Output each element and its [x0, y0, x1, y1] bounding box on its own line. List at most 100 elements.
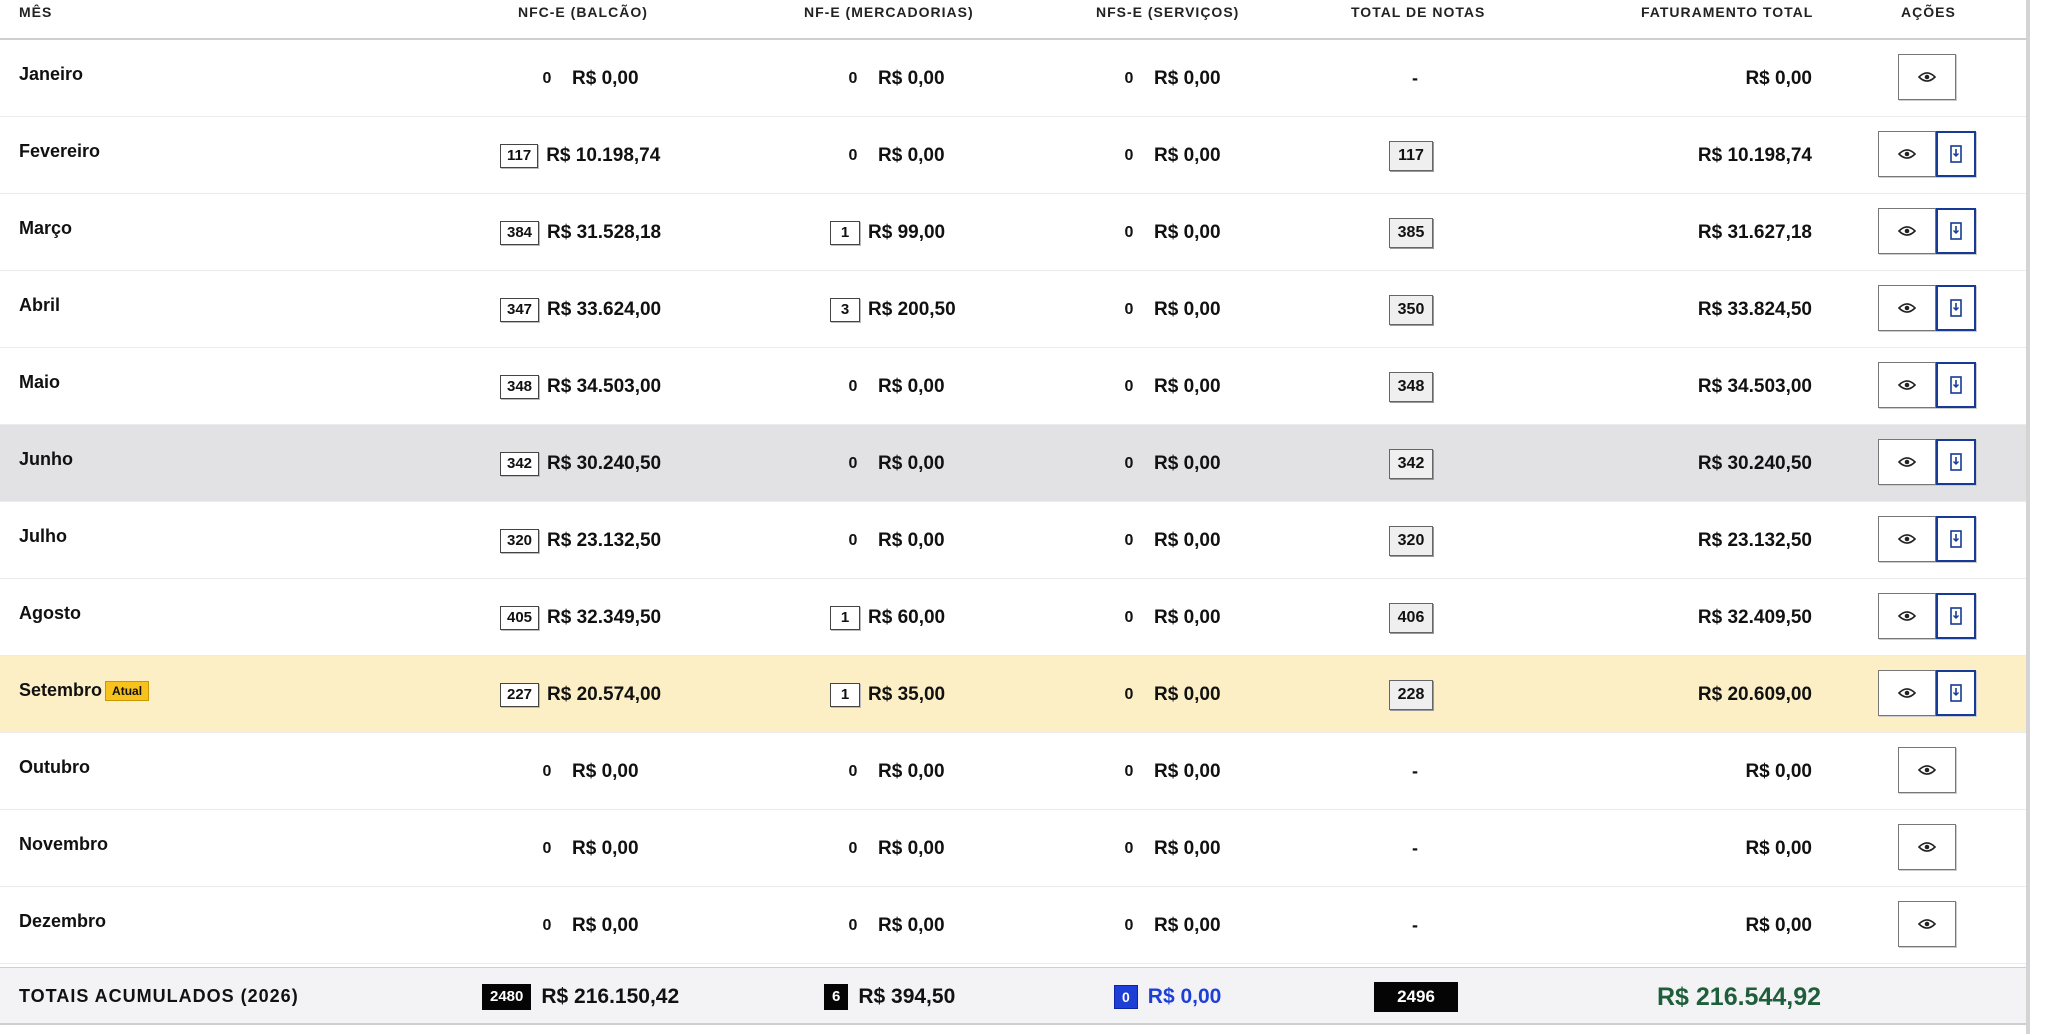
view-button[interactable]	[1878, 208, 1936, 254]
eye-icon	[1898, 533, 1916, 545]
header-total-notas: TOTAL DE NOTAS	[1351, 4, 1486, 20]
table-row[interactable]: Janeiro 0 R$ 0,00 0 R$ 0,00 0 R$ 0,00 - …	[0, 40, 2026, 117]
faturamento-cell: R$ 30.240,50	[1698, 425, 1812, 502]
header-acoes: AÇÕES	[1901, 4, 1956, 20]
view-button[interactable]	[1898, 747, 1956, 793]
table-row[interactable]: Julho 320 R$ 23.132,50 0 R$ 0,00 0 R$ 0,…	[0, 502, 2026, 579]
view-button[interactable]	[1878, 516, 1936, 562]
faturamento-cell: R$ 0,00	[1745, 887, 1812, 964]
eye-icon-svg	[1898, 688, 1916, 698]
view-button[interactable]	[1878, 131, 1936, 177]
total-notas-dash: -	[1412, 761, 1418, 781]
download-pdf-button[interactable]	[1936, 208, 1976, 254]
table-header: MÊS NFC-E (BALCÃO) NF-E (MERCADORIAS) NF…	[0, 0, 2026, 40]
nfce-cell: 320 R$ 23.132,50	[500, 502, 661, 579]
nfse-amount: R$ 0,00	[1154, 529, 1221, 551]
nfse-amount: R$ 0,00	[1154, 606, 1221, 628]
eye-icon-svg	[1898, 457, 1916, 467]
nfse-count: 0	[1124, 839, 1134, 857]
nfe-amount: R$ 0,00	[878, 375, 945, 397]
table-row[interactable]: Dezembro 0 R$ 0,00 0 R$ 0,00 0 R$ 0,00 -…	[0, 887, 2026, 964]
download-pdf-button[interactable]	[1936, 670, 1976, 716]
nfce-amount: R$ 0,00	[572, 837, 639, 859]
nfce-cell: 348 R$ 34.503,00	[500, 348, 661, 425]
table-row[interactable]: Outubro 0 R$ 0,00 0 R$ 0,00 0 R$ 0,00 - …	[0, 733, 2026, 810]
faturamento-amount: R$ 34.503,00	[1697, 375, 1812, 397]
nfce-count: 348	[500, 374, 540, 399]
pdf-document-icon	[1949, 299, 1963, 317]
download-pdf-button[interactable]	[1936, 362, 1976, 408]
download-pdf-button[interactable]	[1936, 131, 1976, 177]
eye-icon-svg	[1918, 72, 1936, 82]
month-name: Agosto	[19, 603, 81, 624]
total-notas-cell: 348	[1389, 348, 1433, 425]
nfe-cell: 1 R$ 35,00	[830, 656, 945, 733]
download-pdf-button[interactable]	[1936, 593, 1976, 639]
nfe-cell: 0 R$ 0,00	[842, 348, 945, 425]
month-label: Novembro	[19, 834, 109, 854]
nfse-amount: R$ 0,00	[1154, 375, 1221, 397]
nfe-amount: R$ 0,00	[878, 529, 945, 551]
nfe-amount: R$ 60,00	[868, 606, 946, 628]
table-row[interactable]: Março 384 R$ 31.528,18 1 R$ 99,00 0 R$ 0…	[0, 194, 2026, 271]
view-button[interactable]	[1878, 670, 1936, 716]
table-row[interactable]: Novembro 0 R$ 0,00 0 R$ 0,00 0 R$ 0,00 -…	[0, 810, 2026, 887]
download-pdf-button[interactable]	[1936, 285, 1976, 331]
nfe-amount: R$ 0,00	[878, 452, 945, 474]
nfe-cell: 0 R$ 0,00	[842, 425, 945, 502]
total-notas-badge: 117	[1389, 140, 1433, 171]
nfe-cell: 0 R$ 0,00	[842, 502, 945, 579]
eye-icon	[1918, 918, 1936, 930]
view-button[interactable]	[1878, 439, 1936, 485]
view-button[interactable]	[1898, 901, 1956, 947]
header-nfe: NF-E (MERCADORIAS)	[804, 4, 974, 20]
month-name: Abril	[19, 295, 60, 316]
pdf-document-icon	[1949, 376, 1963, 394]
nfse-count: 0	[1124, 377, 1134, 395]
view-button[interactable]	[1878, 362, 1936, 408]
table-row[interactable]: Setembro Atual 227 R$ 20.574,00 1 R$ 35,0…	[0, 656, 2026, 733]
pdf-document-icon	[1949, 453, 1963, 471]
totals-nfe-amount: R$ 394,50	[858, 985, 956, 1008]
faturamento-cell: R$ 0,00	[1745, 810, 1812, 887]
nfe-amount: R$ 99,00	[868, 221, 946, 243]
month-name: Novembro	[19, 834, 108, 855]
nfce-cell: 0 R$ 0,00	[536, 810, 639, 887]
view-button[interactable]	[1878, 593, 1936, 639]
header-nfse: NFS-E (SERVIÇOS)	[1096, 4, 1240, 20]
totals-nfe: 6 R$ 394,50	[824, 968, 955, 1026]
table-row[interactable]: Maio 348 R$ 34.503,00 0 R$ 0,00 0 R$ 0,0…	[0, 348, 2026, 425]
nfe-amount: R$ 0,00	[878, 837, 945, 859]
totals-faturamento-amount: R$ 216.544,92	[1657, 982, 1822, 1011]
table-row[interactable]: Junho 342 R$ 30.240,50 0 R$ 0,00 0 R$ 0,…	[0, 425, 2026, 502]
download-pdf-button[interactable]	[1936, 439, 1976, 485]
nfe-amount: R$ 0,00	[878, 144, 945, 166]
table-row[interactable]: Fevereiro 117 R$ 10.198,74 0 R$ 0,00 0 R…	[0, 117, 2026, 194]
nfe-amount: R$ 0,00	[878, 67, 945, 89]
table-row[interactable]: Agosto 405 R$ 32.349,50 1 R$ 60,00 0 R$ …	[0, 579, 2026, 656]
month-label: Maio	[19, 372, 61, 392]
total-notas-cell: 228	[1389, 656, 1433, 733]
nfe-count: 1	[830, 682, 860, 707]
nfce-amount: R$ 0,00	[572, 760, 639, 782]
eye-icon-svg	[1898, 226, 1916, 236]
view-button[interactable]	[1898, 54, 1956, 100]
monthly-invoice-table: MÊS NFC-E (BALCÃO) NF-E (MERCADORIAS) NF…	[0, 0, 2026, 1034]
nfce-amount: R$ 0,00	[572, 67, 639, 89]
download-pdf-button[interactable]	[1936, 516, 1976, 562]
total-notas-cell: 342	[1389, 425, 1433, 502]
nfce-cell: 405 R$ 32.349,50	[500, 579, 661, 656]
total-notas-badge: 320	[1389, 525, 1433, 556]
faturamento-cell: R$ 0,00	[1745, 40, 1812, 117]
pdf-document-icon	[1949, 607, 1963, 625]
nfce-amount: R$ 23.132,50	[547, 529, 662, 551]
table-row[interactable]: Abril 347 R$ 33.624,00 3 R$ 200,50 0 R$ …	[0, 271, 2026, 348]
nfe-amount: R$ 35,00	[868, 683, 946, 705]
pdf-document-icon	[1949, 530, 1963, 548]
total-notas-cell: -	[1412, 733, 1418, 810]
nfe-count: 0	[848, 377, 858, 395]
faturamento-amount: R$ 20.609,00	[1697, 683, 1812, 705]
view-button[interactable]	[1898, 824, 1956, 870]
view-button[interactable]	[1878, 285, 1936, 331]
month-label: Julho	[19, 526, 67, 546]
